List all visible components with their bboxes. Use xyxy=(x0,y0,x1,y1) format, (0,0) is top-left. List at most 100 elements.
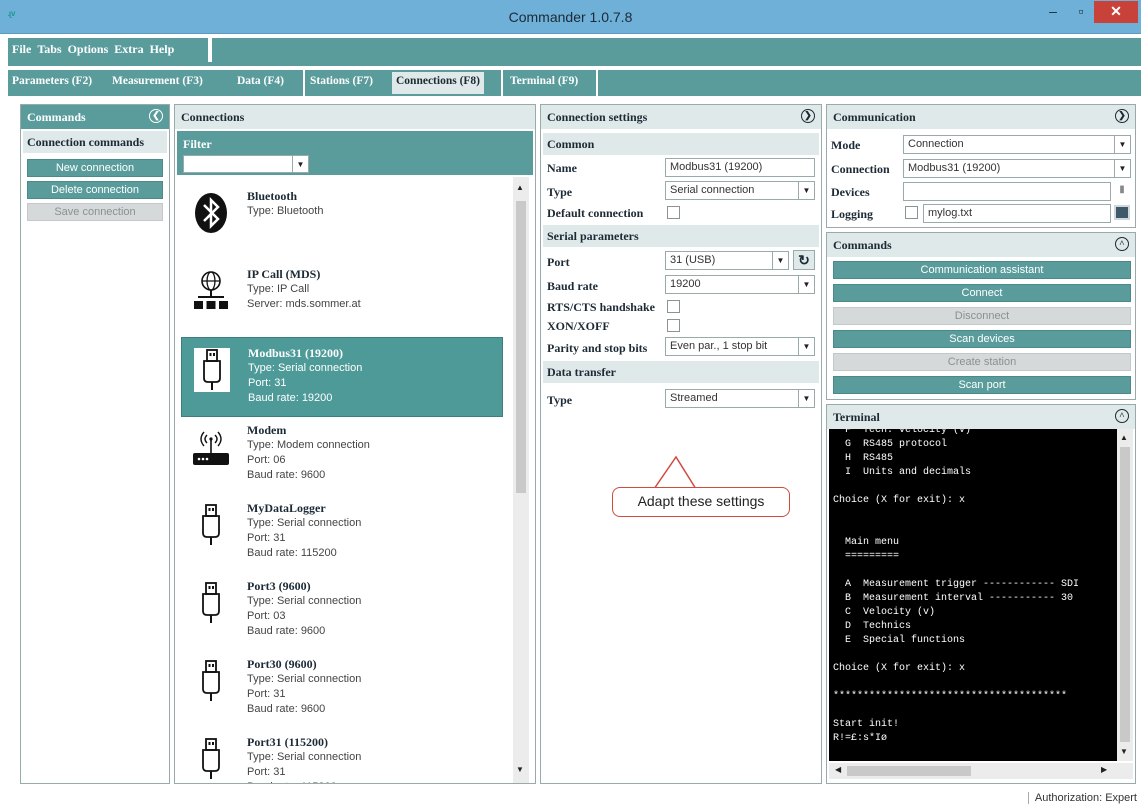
connection-detail: Type: Modem connection xyxy=(247,439,370,451)
delete-connection-button[interactable]: Delete connection xyxy=(27,181,163,199)
tab-connections[interactable]: Connections (F8) xyxy=(392,72,485,94)
connection-name: Port3 (9600) xyxy=(247,579,311,593)
minimize-button[interactable]: – xyxy=(1040,1,1066,23)
connection-item[interactable]: Modem Type: Modem connection Port: 06 Baud … xyxy=(181,415,503,495)
mode-select[interactable]: Connection ▼ xyxy=(903,135,1131,154)
chevron-down-icon: ▼ xyxy=(772,252,788,269)
xon-xoff-checkbox[interactable] xyxy=(667,319,680,332)
connections-scrollbar[interactable]: ▲ ▼ xyxy=(513,177,529,783)
collapse-up-icon[interactable]: ˄ xyxy=(1115,409,1129,423)
tab-measurement[interactable]: Measurement (F3) xyxy=(112,75,203,87)
tab-parameters[interactable]: Parameters (F2) xyxy=(12,75,92,87)
baud-rate-select[interactable]: 19200 ▼ xyxy=(665,275,815,294)
connection-item[interactable]: MyDataLogger Type: Serial connection Port:… xyxy=(181,493,503,573)
terminal-line: *************************************** xyxy=(833,691,1068,702)
tab-terminal[interactable]: Terminal (F9) xyxy=(510,75,578,87)
collapse-up-icon[interactable]: ˄ xyxy=(1115,237,1129,251)
terminal-vscroll[interactable]: ▲ ▼ xyxy=(1117,429,1133,761)
connection-item[interactable]: Bluetooth Type: Bluetooth xyxy=(181,181,503,261)
connection-item[interactable]: Modbus31 (19200) Type: Serial connection P… xyxy=(181,337,503,417)
create-station-button[interactable]: Create station xyxy=(833,353,1131,371)
save-connection-button[interactable]: Save connection xyxy=(27,203,163,221)
menu-file[interactable]: File xyxy=(12,42,31,57)
tab-bar: Parameters (F2) Measurement (F3) Data (F… xyxy=(0,66,1141,98)
refresh-ports-icon[interactable]: ↻ xyxy=(793,250,815,270)
connection-detail: Baud rate: 9600 xyxy=(247,625,326,637)
connections-list: Bluetooth Type: Bluetooth IP Call (MDS) Typ… xyxy=(175,177,515,783)
clear-devices-icon[interactable]: ▮ xyxy=(1115,184,1129,198)
filter-select[interactable]: ▼ xyxy=(183,155,309,173)
rts-cts-checkbox[interactable] xyxy=(667,300,680,313)
terminal-line: C Velocity (v) xyxy=(833,607,936,618)
terminal-output[interactable]: F Tech. velocity (v) G RS485 protocol H … xyxy=(829,429,1123,761)
connection-detail: Baud rate: 115200 xyxy=(247,547,337,559)
connection-name: IP Call (MDS) xyxy=(247,267,321,281)
terminal-line: G RS485 protocol xyxy=(833,439,948,450)
connection-detail: Port: 03 xyxy=(247,610,286,622)
terminal-hscroll[interactable]: ◀ ▶ xyxy=(829,763,1133,779)
browse-folder-icon[interactable] xyxy=(1114,205,1130,220)
port-label: Port xyxy=(547,255,570,269)
connection-commands-heading: Connection commands xyxy=(23,131,167,153)
expand-right-icon[interactable]: ❯ xyxy=(1115,109,1129,123)
connection-settings-panel: Connection settings ❯ Common Name Modbus… xyxy=(540,104,822,784)
chevron-down-icon: ▼ xyxy=(798,182,814,199)
name-label: Name xyxy=(547,161,577,175)
filter-label: Filter xyxy=(183,137,212,151)
menu-extra[interactable]: Extra xyxy=(114,42,143,57)
xon-xoff-label: XON/XOFF xyxy=(547,319,610,333)
maximize-button[interactable]: ▫ xyxy=(1068,1,1094,23)
terminal-header: Terminal ˄ xyxy=(827,405,1135,429)
connection-item[interactable]: Port30 (9600) Type: Serial connection Port… xyxy=(181,649,503,729)
connection-detail: Port: 31 xyxy=(247,766,286,778)
menu-tabs[interactable]: Tabs xyxy=(37,42,61,57)
tab-stations[interactable]: Stations (F7) xyxy=(310,75,373,87)
chevron-down-icon: ▼ xyxy=(798,338,814,355)
connection-item[interactable]: Port31 (115200) Type: Serial connection Po… xyxy=(181,727,503,783)
communication-assistant-button[interactable]: Communication assistant xyxy=(833,261,1131,279)
connection-item[interactable]: Port3 (9600) Type: Serial connection Port:… xyxy=(181,571,503,651)
connections-panel: Connections Filter ▼ Bluetooth Type: Blue… xyxy=(174,104,536,784)
new-connection-button[interactable]: New connection xyxy=(27,159,163,177)
modem-icon xyxy=(193,425,229,469)
connection-detail: Port: 31 xyxy=(247,532,286,544)
menu-options[interactable]: Options xyxy=(68,42,109,57)
scan-devices-button[interactable]: Scan devices xyxy=(833,330,1131,348)
tab-data[interactable]: Data (F4) xyxy=(237,75,284,87)
disconnect-button[interactable]: Disconnect xyxy=(833,307,1131,325)
terminal-line: Main menu xyxy=(833,537,900,548)
logging-checkbox[interactable] xyxy=(905,206,918,219)
terminal-line: B Measurement interval ----------- 30 xyxy=(833,593,1074,604)
name-field[interactable]: Modbus31 (19200) xyxy=(665,158,815,177)
logging-file-field[interactable]: mylog.txt xyxy=(923,204,1111,223)
transfer-type-select[interactable]: Streamed ▼ xyxy=(665,389,815,408)
devices-field[interactable] xyxy=(903,182,1111,201)
title-bar: ʵᵛ Commander 1.0.7.8 – ▫ ✕ xyxy=(0,0,1141,34)
close-button[interactable]: ✕ xyxy=(1094,1,1138,23)
collapse-left-icon[interactable]: ❮ xyxy=(149,109,163,123)
chevron-down-icon: ▼ xyxy=(292,156,308,172)
port-select[interactable]: 31 (USB) ▼ xyxy=(665,251,789,270)
connection-detail: Type: Serial connection xyxy=(247,751,362,763)
connection-name: Port31 (115200) xyxy=(247,735,328,749)
menu-help[interactable]: Help xyxy=(150,42,175,57)
scan-port-button[interactable]: Scan port xyxy=(833,376,1131,394)
terminal-line: Start init! xyxy=(833,719,900,730)
connection-detail: Type: Serial connection xyxy=(247,673,362,685)
default-connection-checkbox[interactable] xyxy=(667,206,680,219)
type-select[interactable]: Serial connection ▼ xyxy=(665,181,815,200)
connect-button[interactable]: Connect xyxy=(833,284,1131,302)
parity-select[interactable]: Even par., 1 stop bit ▼ xyxy=(665,337,815,356)
terminal-line: R!=£:s*Iø xyxy=(833,733,888,744)
serial-parameters-heading: Serial parameters xyxy=(543,225,819,247)
chevron-down-icon: ▼ xyxy=(798,276,814,293)
callout-pointer xyxy=(653,455,697,490)
usb-icon xyxy=(193,659,229,703)
expand-right-icon[interactable]: ❯ xyxy=(801,109,815,123)
connection-select[interactable]: Modbus31 (19200) ▼ xyxy=(903,159,1131,178)
connection-detail: Baud rate: 19200 xyxy=(248,392,333,404)
connection-item[interactable]: IP Call (MDS) Type: IP Call Server: mds.so… xyxy=(181,259,503,339)
connections-panel-header: Connections xyxy=(175,105,535,129)
mode-label: Mode xyxy=(831,138,861,152)
connection-detail: Type: Serial connection xyxy=(247,517,362,529)
